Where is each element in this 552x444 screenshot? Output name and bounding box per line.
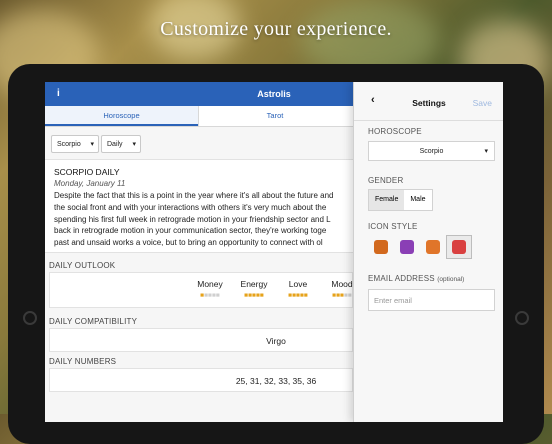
email-optional-note: (optional): [437, 276, 465, 283]
reading-line: the social front and with your interacti…: [54, 202, 327, 212]
reading-line: Despite the fact that this is a point in…: [54, 191, 334, 200]
reading-date: Monday, January 11: [54, 179, 126, 188]
period-select-value: Daily: [107, 141, 123, 148]
icon-swatch: [374, 240, 388, 254]
outlook-label: Money: [197, 279, 223, 289]
reading-line: past and unsaid works a voice, but to br…: [54, 238, 323, 248]
tablet-home-button[interactable]: [515, 311, 529, 325]
daily-numbers-heading: DAILY NUMBERS: [49, 357, 117, 366]
icon-style-picker: [368, 235, 472, 259]
lucky-numbers: 25, 31, 32, 33, 35, 36: [235, 376, 317, 386]
gender-segmented-control: Female Male: [368, 189, 433, 211]
email-placeholder: Enter email: [374, 296, 412, 305]
sign-select-value: Scorpio: [57, 141, 81, 148]
icon-style-label: ICON STYLE: [368, 222, 418, 231]
icon-swatch: [400, 240, 414, 254]
app-screen: i Astrolis Horoscope Tarot Scorpio ▾ Dai…: [45, 82, 503, 422]
horoscope-content: Scorpio ▾ Daily ▾ SCORPIO DAILY Monday, …: [45, 127, 353, 422]
rating-stars: ■■■■■: [234, 292, 274, 299]
promo-headline: Customize your experience.: [160, 18, 392, 40]
icon-swatch: [452, 240, 466, 254]
tab-tarot[interactable]: Tarot: [198, 106, 351, 126]
star-empty-icon: ■: [215, 292, 220, 299]
outlook-money: Money ■■■■■: [190, 279, 230, 299]
rating-stars: ■■■■■: [278, 292, 318, 299]
outlook-label: Love: [288, 279, 308, 289]
gender-label: GENDER: [368, 176, 404, 185]
reading-text: Despite the fact that this is a point in…: [54, 190, 354, 249]
tablet-camera: [23, 311, 37, 325]
sign-select[interactable]: Scorpio ▾: [51, 135, 99, 153]
chevron-down-icon: ▾: [90, 141, 94, 148]
orange-tile-icon[interactable]: [420, 235, 446, 259]
save-button[interactable]: Save: [473, 98, 492, 108]
tab-horoscope[interactable]: Horoscope: [45, 106, 198, 126]
email-label-text: EMAIL ADDRESS: [368, 274, 435, 283]
daily-compatibility-panel: Virgo: [49, 328, 353, 352]
red-badge-icon[interactable]: [446, 235, 472, 259]
outlook-love: Love ■■■■■: [278, 279, 318, 299]
reading-line: back in retrograde motion in your commun…: [54, 226, 327, 236]
gender-female-option[interactable]: Female: [369, 190, 405, 210]
daily-numbers-panel: 25, 31, 32, 33, 35, 36: [49, 368, 353, 392]
outlook-energy: Energy ■■■■■: [234, 279, 274, 299]
chevron-down-icon: ▾: [132, 141, 136, 148]
star-filled-icon: ■: [303, 292, 308, 299]
compatibility-sign: Virgo: [266, 336, 286, 346]
reading-card: SCORPIO DAILY Monday, January 11 Despite…: [45, 159, 353, 253]
star-filled-icon: ■: [259, 292, 264, 299]
rating-stars: ■■■■■: [190, 292, 230, 299]
horoscope-label: HOROSCOPE: [368, 127, 422, 136]
daily-outlook-heading: DAILY OUTLOOK: [49, 261, 116, 270]
daily-outlook-panel: Money ■■■■■ Energy ■■■■■ Love ■■■■■ Mood…: [49, 272, 353, 308]
scorpion-purple-icon[interactable]: [394, 235, 420, 259]
daily-compatibility-heading: DAILY COMPATIBILITY: [49, 317, 138, 326]
icon-swatch: [426, 240, 440, 254]
horoscope-select-value: Scorpio: [419, 148, 444, 155]
email-input[interactable]: Enter email: [368, 289, 495, 311]
period-select[interactable]: Daily ▾: [101, 135, 141, 153]
reading-title: SCORPIO DAILY: [54, 167, 120, 177]
reading-line: spending his first full week in retrogra…: [54, 214, 331, 224]
email-label: EMAIL ADDRESS (optional): [368, 274, 464, 283]
settings-header: ‹ Settings Save: [354, 82, 503, 121]
flame-style-icon[interactable]: [368, 235, 394, 259]
settings-panel: ‹ Settings Save HOROSCOPE Scorpio ▾ GEND…: [353, 82, 503, 422]
star-empty-icon: ■: [347, 292, 352, 299]
gender-male-option[interactable]: Male: [404, 190, 431, 210]
chevron-down-icon: ▾: [484, 148, 488, 155]
horoscope-select[interactable]: Scorpio ▾: [368, 141, 495, 161]
outlook-label: Energy: [240, 279, 268, 289]
